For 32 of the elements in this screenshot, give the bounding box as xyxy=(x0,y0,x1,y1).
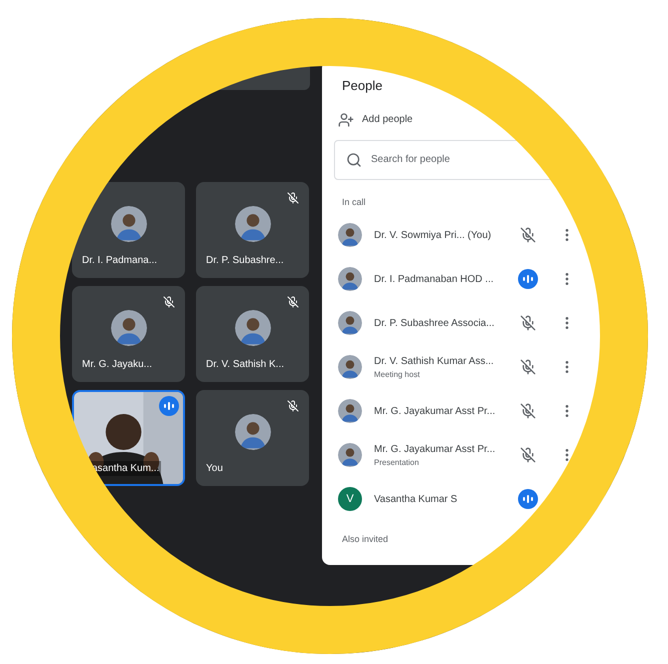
participant-role: Meeting host xyxy=(374,368,421,380)
avatar xyxy=(110,310,146,346)
avatar xyxy=(234,414,270,450)
participant-name: Mr. G. Jayakumar Asst Pr... xyxy=(374,442,496,456)
avatar: V xyxy=(338,487,362,511)
add-people-link[interactable]: Add people xyxy=(362,112,413,127)
participant-name: Mr. G. Jayakumar Asst Pr... xyxy=(374,404,496,418)
participant-name: Dr. V. Sathish Kumar Ass... xyxy=(374,354,495,368)
tile-name: Dr. V. Sathish K... xyxy=(206,358,284,372)
avatar xyxy=(338,267,362,291)
tile-name: Dr. P. Subashre... xyxy=(206,254,284,268)
participant-name: Dr. I. Padmanaban HOD ... xyxy=(374,272,494,286)
panel-title: People xyxy=(341,77,384,95)
search-icon xyxy=(346,152,362,168)
avatar xyxy=(234,206,270,242)
participant-name: Dr. P. Subashree Associa... xyxy=(374,316,496,330)
avatar xyxy=(338,311,362,335)
tile-name: Mr. G. Jayaku... xyxy=(82,358,152,372)
tile-name: You xyxy=(206,462,223,476)
avatar xyxy=(338,223,362,247)
participant-name: Vasantha Kumar S xyxy=(374,492,458,506)
participant-role: Presentation xyxy=(374,456,420,468)
avatar xyxy=(338,355,362,379)
participant-name: Dr. V. Sowmiya Pri... (You) xyxy=(374,228,492,242)
section-label: Also invited xyxy=(341,533,390,546)
add-person-icon xyxy=(338,112,354,128)
avatar xyxy=(338,443,362,467)
section-label: In call xyxy=(341,196,367,208)
avatar xyxy=(338,399,362,423)
avatar xyxy=(234,310,270,346)
avatar xyxy=(110,206,146,242)
tile-name: Dr. I. Padmana... xyxy=(82,254,158,268)
